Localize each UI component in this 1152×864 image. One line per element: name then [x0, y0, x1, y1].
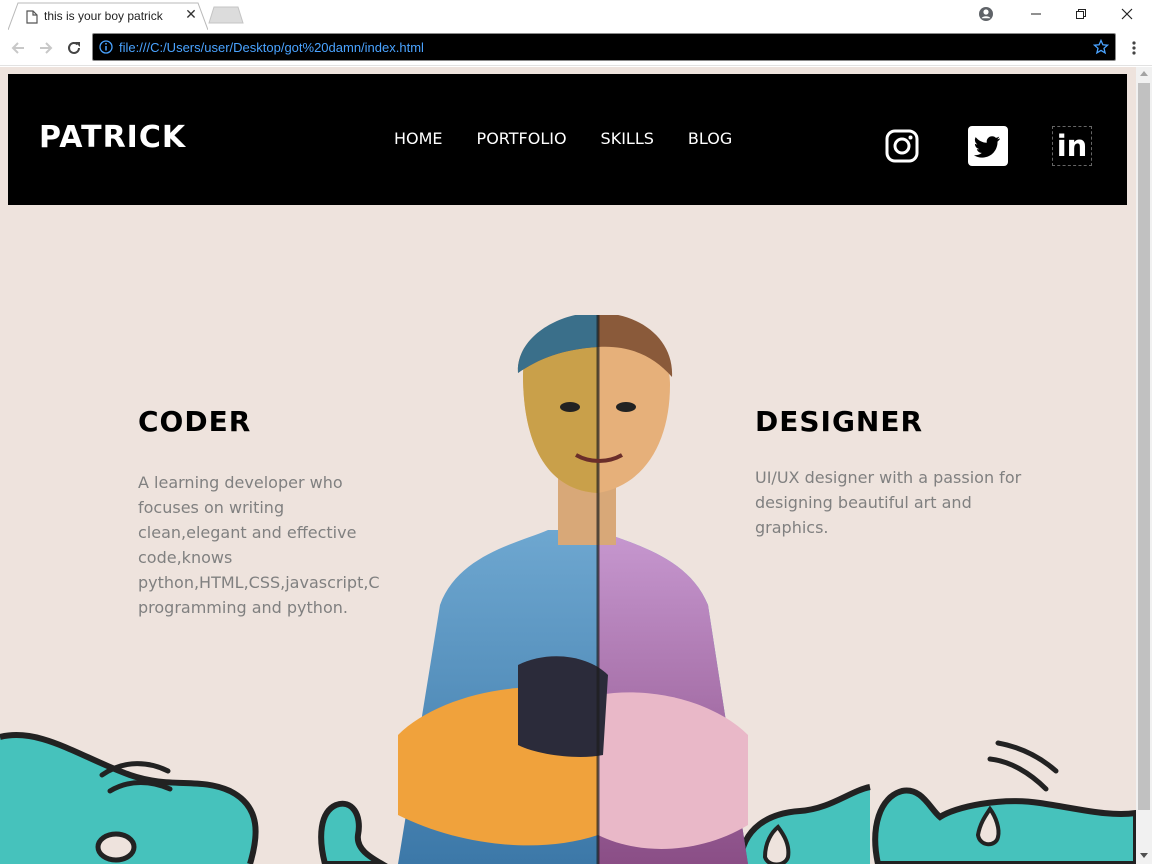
scroll-down-icon[interactable]	[1140, 853, 1148, 858]
back-button[interactable]	[8, 38, 28, 58]
site-nav: HOME PORTFOLIO SKILLS BLOG	[394, 129, 732, 148]
restore-icon	[1076, 9, 1086, 19]
portrait-image	[398, 315, 748, 864]
reload-icon	[68, 41, 80, 54]
nav-skills[interactable]: SKILLS	[601, 129, 654, 148]
minimize-icon	[1031, 13, 1041, 15]
minimize-button[interactable]	[1013, 0, 1059, 28]
linkedin-label: in	[1056, 128, 1088, 163]
nav-portfolio[interactable]: PORTFOLIO	[477, 129, 567, 148]
linkedin-link[interactable]: in	[1052, 126, 1092, 166]
designer-description: UI/UX designer with a passion for design…	[755, 468, 1022, 537]
scroll-thumb[interactable]	[1138, 83, 1150, 810]
twitter-icon	[968, 126, 1008, 166]
vertical-scrollbar[interactable]	[1136, 67, 1152, 864]
designer-title: DESIGNER	[755, 405, 924, 438]
page-viewport: PATRICK HOME PORTFOLIO SKILLS BLOG in CO…	[0, 67, 1136, 864]
reload-button[interactable]	[64, 38, 84, 58]
address-bar[interactable]: file:///C:/Users/user/Desktop/got%20damn…	[92, 33, 1116, 61]
tab-close-icon[interactable]: ✕	[184, 7, 198, 21]
nav-home[interactable]: HOME	[394, 129, 443, 148]
new-tab-button[interactable]	[208, 6, 244, 24]
instagram-link[interactable]	[882, 126, 922, 166]
coder-title: CODER	[138, 405, 252, 438]
coder-description: A learning developer who focuses on writ…	[138, 473, 380, 617]
arrow-right-icon	[40, 42, 53, 54]
restore-button[interactable]	[1058, 0, 1104, 28]
browser-tab[interactable]: this is your boy patrick ✕	[8, 2, 208, 30]
scroll-up-icon[interactable]	[1140, 71, 1148, 76]
page-icon	[26, 10, 38, 24]
close-window-button[interactable]	[1104, 0, 1150, 28]
browser-titlebar: this is your boy patrick ✕	[0, 0, 1152, 30]
close-icon	[1121, 8, 1133, 20]
info-icon[interactable]	[99, 40, 113, 54]
forward-button[interactable]	[36, 38, 56, 58]
url-text: file:///C:/Users/user/Desktop/got%20damn…	[119, 40, 424, 55]
more-vert-icon	[1132, 41, 1136, 55]
site-brand[interactable]: PATRICK	[39, 120, 186, 155]
linkedin-icon: in	[1052, 126, 1092, 166]
account-icon[interactable]	[976, 4, 996, 24]
tab-title: this is your boy patrick	[44, 9, 163, 23]
instagram-icon	[885, 129, 919, 163]
nav-blog[interactable]: BLOG	[688, 129, 732, 148]
browser-menu-button[interactable]	[1126, 38, 1142, 58]
arrow-left-icon	[11, 42, 24, 54]
twitter-link[interactable]	[968, 126, 1008, 166]
site-header: PATRICK HOME PORTFOLIO SKILLS BLOG in	[8, 74, 1127, 205]
browser-toolbar: file:///C:/Users/user/Desktop/got%20damn…	[0, 30, 1152, 66]
star-icon[interactable]	[1093, 39, 1109, 55]
